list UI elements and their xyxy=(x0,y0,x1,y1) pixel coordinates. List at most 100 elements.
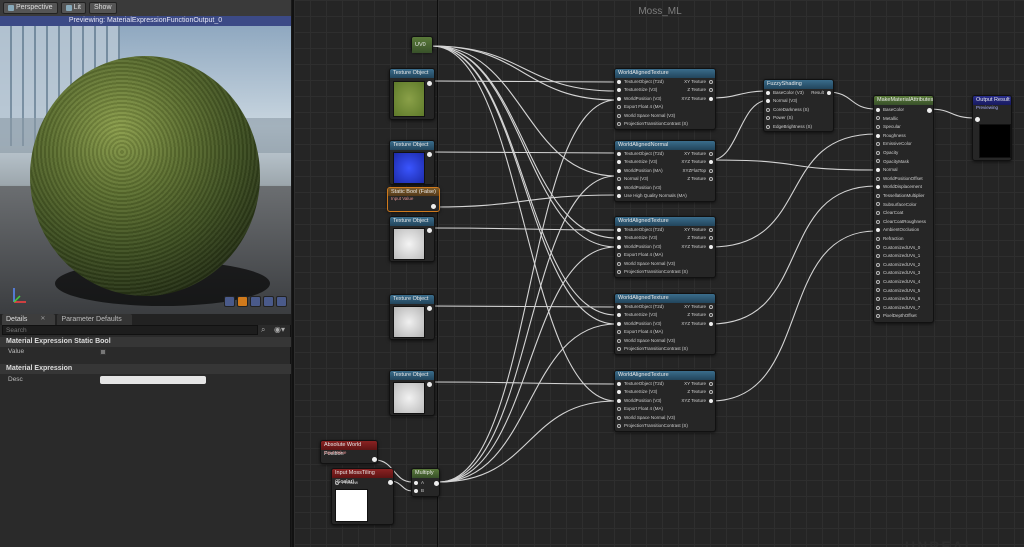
input-pin[interactable]: WorldPosition (V3) xyxy=(617,95,661,103)
input-pin[interactable]: TextureSize (V3) xyxy=(617,388,657,396)
output-pin[interactable] xyxy=(427,306,432,311)
multiply-node[interactable]: Multiply A B xyxy=(411,468,440,497)
input-pin[interactable]: Use High Quality Normals (MA) xyxy=(617,192,687,200)
mma-input-pin[interactable]: AmbientOcclusion xyxy=(876,226,919,234)
input-pin[interactable]: ProjectionTransitionContrast (S) xyxy=(617,268,688,276)
input-pin[interactable]: ProjectionTransitionContrast (S) xyxy=(617,120,688,128)
mma-input-pin[interactable]: Opacity xyxy=(876,149,898,157)
input-pin[interactable]: TextureSize (V3) xyxy=(617,86,657,94)
input-pin[interactable]: TextureSize (V3) xyxy=(617,158,657,166)
world-aligned-texture-node-1[interactable]: WorldAlignedTexture TextureObject (T2d) … xyxy=(614,68,716,130)
output-pin[interactable]: XY Texture xyxy=(684,150,713,158)
mma-input-pin[interactable]: CustomizedUVs_7 xyxy=(876,304,920,312)
mma-input-pin[interactable]: CustomizedUVs_2 xyxy=(876,261,920,269)
search-icon[interactable]: ⌕ xyxy=(261,325,270,335)
input-pin[interactable]: WorldPosition (MA) xyxy=(617,167,663,175)
output-pin[interactable]: Z Texture xyxy=(687,311,713,319)
input-pin[interactable]: WorldPosition (V3) xyxy=(617,243,661,251)
mma-input-pin[interactable]: ClearCoat xyxy=(876,209,903,217)
mma-input-pin[interactable]: WorldPositionOffset xyxy=(876,175,923,183)
mma-input-pin[interactable]: PixelDepthOffset xyxy=(876,312,917,320)
search-input[interactable]: Search xyxy=(2,325,258,335)
uv-node[interactable]: UV0 xyxy=(411,36,433,53)
input-pin[interactable]: TextureObject (T2d) xyxy=(617,226,664,234)
world-aligned-texture-node-3[interactable]: WorldAlignedTexture TextureObject (T2d) … xyxy=(614,293,716,355)
desc-field[interactable] xyxy=(100,376,206,384)
node-graph[interactable]: Moss_ML UV0 Texture Object Texture Objec… xyxy=(292,0,1024,547)
mma-input-pin[interactable]: CustomizedUVs_6 xyxy=(876,295,920,303)
plane-preview-icon[interactable] xyxy=(250,296,261,307)
mma-input-pin[interactable]: Refraction xyxy=(876,235,904,243)
input-pin[interactable]: WorldPosition (V3) xyxy=(617,184,661,192)
fuzzy-shading-node[interactable]: FuzzyShading BaseColor (V3) Normal (V3) … xyxy=(763,79,834,132)
output-pin[interactable] xyxy=(372,457,377,462)
mma-input-pin[interactable]: CustomizedUVs_5 xyxy=(876,287,920,295)
mma-input-pin[interactable]: CustomizedUVs_4 xyxy=(876,278,920,286)
mma-input-pin[interactable]: SubsurfaceColor xyxy=(876,201,917,209)
input-pin[interactable]: BaseColor (V3) xyxy=(766,89,804,97)
output-pin[interactable]: XY Texture xyxy=(684,226,713,234)
output-pin[interactable]: Z Texture xyxy=(687,175,713,183)
value-checkbox[interactable] xyxy=(100,349,106,355)
input-pin[interactable]: World Space Normal (V3) xyxy=(617,337,675,345)
input-pin[interactable]: TextureObject (T2d) xyxy=(617,303,664,311)
input-pin[interactable]: World Space Normal (V3) xyxy=(617,260,675,268)
mma-input-pin[interactable]: CustomizedUVs_3 xyxy=(876,269,920,277)
output-pin[interactable]: XY Texture xyxy=(684,303,713,311)
sphere-preview-icon[interactable] xyxy=(237,296,248,307)
input-pin[interactable]: WorldPosition (V3) xyxy=(617,320,661,328)
output-pin[interactable]: Z Texture xyxy=(687,234,713,242)
input-pin[interactable]: ProjectionTransitionContrast (S) xyxy=(617,422,688,430)
input-pin[interactable]: Normal (V3) xyxy=(617,175,648,183)
input-pin[interactable]: WorldPosition (V3) xyxy=(617,397,661,405)
input-pin[interactable]: Export Float 4 (MA) xyxy=(617,251,663,259)
mma-input-pin[interactable]: CustomizedUVs_0 xyxy=(876,244,920,252)
input-pin[interactable]: CoreDarkness (S) xyxy=(766,106,809,114)
output-pin[interactable] xyxy=(927,108,932,113)
preview-pin[interactable]: Preview xyxy=(335,479,358,487)
output-pin[interactable]: XYZ Texture xyxy=(681,243,713,251)
output-pin[interactable] xyxy=(427,228,432,233)
pin-b[interactable]: B xyxy=(414,487,424,495)
texture-object-node-3[interactable]: Texture Object xyxy=(389,216,435,262)
mma-input-pin[interactable]: TessellationMultiplier xyxy=(876,192,925,200)
preview-viewport[interactable] xyxy=(0,26,291,314)
input-pin[interactable]: Export Float 4 (MA) xyxy=(617,103,663,111)
input-pin[interactable]: TextureObject (T2d) xyxy=(617,380,664,388)
texture-object-node-1[interactable]: Texture Object xyxy=(389,68,435,120)
output-pin[interactable]: Result xyxy=(811,89,831,97)
input-pin[interactable]: TextureObject (T2d) xyxy=(617,150,664,158)
world-aligned-texture-node-4[interactable]: WorldAlignedTexture TextureObject (T2d) … xyxy=(614,370,716,432)
mma-input-pin[interactable]: CustomizedUVs_1 xyxy=(876,252,920,260)
input-pin[interactable] xyxy=(975,117,980,122)
lit-button[interactable]: Lit xyxy=(60,2,86,14)
output-pin[interactable] xyxy=(427,81,432,86)
perspective-button[interactable]: Perspective xyxy=(3,2,58,14)
output-pin[interactable]: XYZ Texture xyxy=(681,320,713,328)
texture-object-node-2[interactable]: Texture Object xyxy=(389,140,435,185)
world-aligned-normal-node[interactable]: WorldAlignedNormal TextureObject (T2d) T… xyxy=(614,140,716,202)
input-pin[interactable]: Export Float 4 (MA) xyxy=(617,405,663,413)
output-pin[interactable]: XY Texture xyxy=(684,380,713,388)
mma-input-pin[interactable]: Metallic xyxy=(876,115,898,123)
section-material-expression[interactable]: Material Expression xyxy=(0,364,291,374)
eye-icon[interactable]: ◉▾ xyxy=(274,325,288,335)
input-pin[interactable]: TextureSize (V3) xyxy=(617,311,657,319)
mma-input-pin[interactable]: OpacityMask xyxy=(876,158,909,166)
input-pin[interactable]: Power (S) xyxy=(766,114,793,122)
input-pin[interactable]: TextureObject (T2d) xyxy=(617,78,664,86)
input-pin[interactable]: World Space Normal (V3) xyxy=(617,112,675,120)
static-bool-node[interactable]: Static Bool (False) Input Value xyxy=(387,187,440,212)
make-material-attributes-node[interactable]: MakeMaterialAttributes BaseColor Metallic… xyxy=(873,95,934,323)
tab-parameter-defaults[interactable]: Parameter Defaults xyxy=(57,314,132,325)
mma-input-pin[interactable]: Roughness xyxy=(876,132,906,140)
mma-input-pin[interactable]: ClearCoatRoughness xyxy=(876,218,926,226)
output-pin[interactable] xyxy=(388,480,393,485)
cube-preview-icon[interactable] xyxy=(263,296,274,307)
absolute-world-position-node[interactable]: Absolute World Position Input Value xyxy=(320,440,378,464)
mma-input-pin[interactable]: Normal xyxy=(876,166,898,174)
input-pin[interactable]: TextureSize (V3) xyxy=(617,234,657,242)
input-pin[interactable]: World Space Normal (V3) xyxy=(617,414,675,422)
output-pin[interactable] xyxy=(427,152,432,157)
texture-object-node-5[interactable]: Texture Object xyxy=(389,370,435,416)
